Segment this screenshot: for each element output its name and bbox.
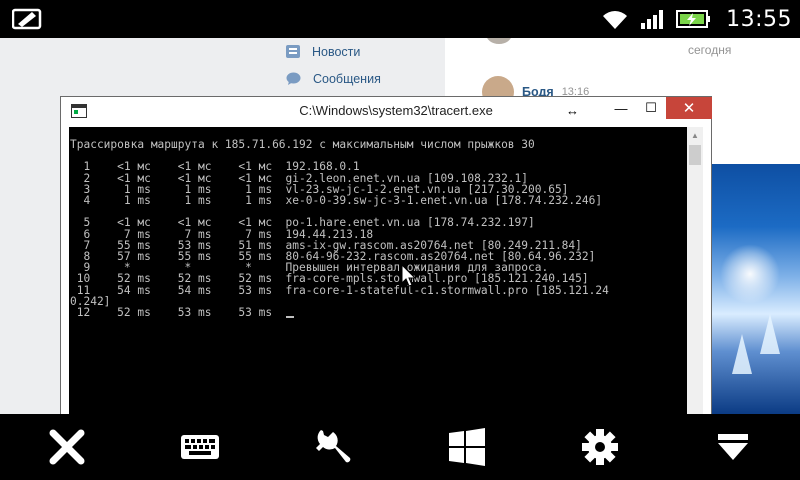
chat-photo[interactable]	[712, 164, 800, 414]
tracert-window[interactable]: C:\Windows\system32\tracert.exe ↔ — ☐ ✕ …	[60, 96, 712, 414]
close-button[interactable]: ✕	[666, 97, 712, 119]
photo-tree	[732, 334, 752, 374]
hide-toolbar-button[interactable]	[667, 414, 800, 480]
text-cursor	[285, 316, 294, 319]
close-session-button[interactable]	[0, 414, 133, 480]
tools-button[interactable]	[267, 414, 400, 480]
photo-tree	[760, 314, 780, 354]
messages-icon	[286, 72, 301, 85]
news-icon	[286, 45, 300, 58]
wifi-icon	[603, 11, 628, 29]
resize-cursor-icon: ↔	[566, 103, 579, 118]
windows-logo-icon	[448, 428, 485, 466]
keyboard-icon	[180, 435, 219, 459]
window-titlebar[interactable]: C:\Windows\system32\tracert.exe ↔ — ☐ ✕	[61, 97, 712, 127]
vertical-scrollbar[interactable]: ▲ ▼	[687, 127, 703, 414]
date-separator: сегодня	[688, 43, 732, 57]
gear-icon	[581, 429, 618, 465]
scroll-thumb[interactable]	[689, 145, 701, 165]
remote-desktop[interactable]: Новости Сообщения сегодня Бодя 13:16 C:\…	[0, 38, 800, 414]
wrench-icon	[316, 430, 351, 463]
settings-button[interactable]	[533, 414, 666, 480]
remote-toolbar	[0, 414, 800, 480]
vk-nav-messages[interactable]: Сообщения	[286, 65, 381, 92]
vk-nav-news-label: Новости	[312, 44, 361, 59]
mouse-pointer-icon	[401, 264, 417, 287]
signal-icon	[641, 10, 664, 29]
keyboard-button[interactable]	[133, 414, 266, 480]
maximize-button[interactable]: ☐	[636, 97, 666, 119]
image-edit-icon	[12, 8, 42, 30]
eject-icon	[718, 434, 749, 460]
status-bar: 13:55	[0, 0, 800, 38]
photo-light	[720, 244, 780, 304]
vk-nav-news[interactable]: Новости	[286, 38, 381, 65]
close-x-icon	[49, 429, 85, 465]
windows-start-button[interactable]	[400, 414, 533, 480]
console-output[interactable]: Трассировка маршрута к 185.71.66.192 с м…	[69, 127, 687, 414]
vk-nav: Новости Сообщения	[286, 38, 381, 92]
console-line: 12 52 ms 53 ms 53 ms	[70, 306, 286, 320]
scroll-up-icon[interactable]: ▲	[687, 127, 703, 143]
console-line: 11 54 ms 54 ms 53 ms fra-core-1-stateful…	[70, 283, 609, 297]
vk-nav-messages-label: Сообщения	[313, 71, 381, 86]
console-header: Трассировка маршрута к 185.71.66.192 с м…	[70, 138, 535, 151]
clock: 13:55	[726, 6, 792, 32]
console-line: 4 1 ms 1 ms 1 ms xe-0-0-39.sw-jc-3-1.ene…	[70, 194, 603, 208]
battery-charging-icon	[676, 10, 711, 28]
minimize-button[interactable]: —	[606, 97, 636, 119]
